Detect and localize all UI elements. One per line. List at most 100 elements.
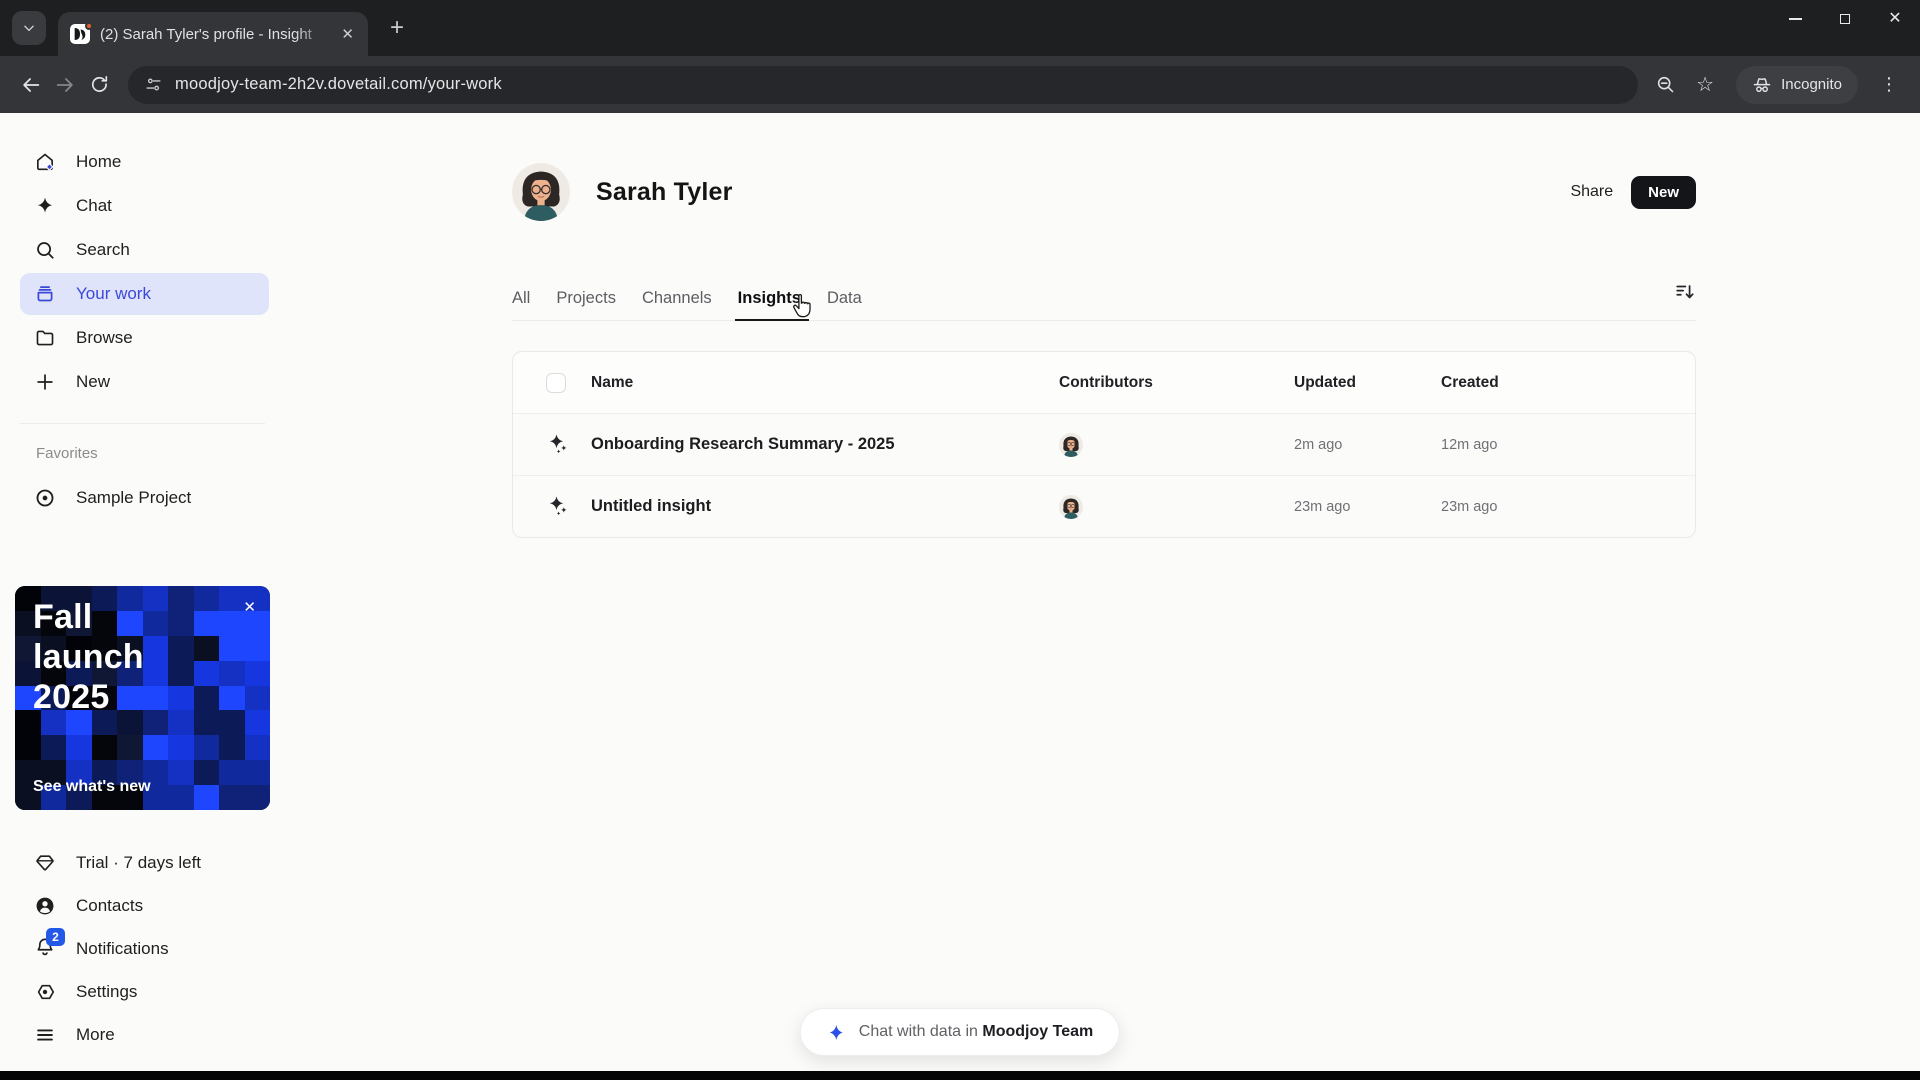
sidebar-footer: Trial · 7 days left Contacts 2 Notificat… [0, 841, 285, 1071]
bookmark-button[interactable]: ☆ [1688, 68, 1722, 102]
column-header-contributors[interactable]: Contributors [1059, 374, 1294, 392]
table-row[interactable]: Untitled insight 23m ago 23m ago [513, 476, 1695, 537]
table-header-row: Name Contributors Updated Created [513, 352, 1695, 414]
sidebar-item-trial[interactable]: Trial · 7 days left [20, 842, 269, 884]
sidebar-item-label: More [76, 1025, 115, 1044]
back-arrow-icon [23, 77, 40, 92]
address-bar[interactable]: moodjoy-team-2h2v.dovetail.com/your-work [128, 65, 1639, 104]
sort-button[interactable] [1674, 281, 1696, 308]
insights-table: Name Contributors Updated Created Onboar… [512, 351, 1696, 538]
incognito-hat-icon [1753, 77, 1771, 92]
screen-bottom-strip [0, 1071, 1920, 1080]
back-button[interactable] [14, 68, 48, 102]
column-header-created[interactable]: Created [1441, 374, 1695, 392]
target-icon [36, 489, 54, 507]
sidebar-item-home[interactable]: Home [20, 141, 269, 183]
sidebar-item-label: New [76, 372, 111, 391]
zoom-button[interactable] [1648, 68, 1682, 102]
dovetail-favicon-icon [70, 22, 93, 44]
sidebar-item-contacts[interactable]: Contacts [20, 885, 269, 927]
column-header-name[interactable]: Name [591, 374, 1059, 392]
sidebar-item-new[interactable]: New [20, 361, 269, 403]
header-actions: Share New [1570, 175, 1696, 209]
banner-cta-link[interactable]: See what's new [33, 778, 151, 796]
sidebar-item-more[interactable]: More [20, 1014, 269, 1056]
contact-icon [36, 897, 54, 915]
browser-window: (2) Sarah Tyler's profile - Insight ✕ + … [0, 0, 1920, 1080]
forward-arrow-icon [56, 77, 73, 92]
tab-search-button[interactable] [12, 11, 46, 45]
sidebar-item-browse[interactable]: Browse [20, 317, 269, 359]
window-restore-button[interactable] [1820, 0, 1870, 38]
fall-launch-banner[interactable]: Fall launch 2025 ✕ See what's new [15, 586, 270, 810]
plus-icon [37, 374, 53, 390]
search-icon [37, 242, 54, 259]
browser-menu-button[interactable]: ⋮ [1872, 74, 1906, 95]
notifications-badge: 2 [46, 927, 65, 946]
toolbar-right-icons: ☆ Incognito ⋮ [1648, 65, 1906, 104]
sidebar-item-label: Settings [76, 982, 138, 1001]
site-info-icon[interactable] [144, 75, 163, 94]
sidebar-item-label: Contacts [76, 896, 144, 915]
tab-data[interactable]: Data [827, 289, 862, 308]
tab-all[interactable]: All [512, 289, 530, 308]
sidebar-item-label: Notifications [76, 939, 169, 958]
chat-with-data-button[interactable]: Chat with data in Moodjoy Team [799, 1008, 1121, 1056]
favorites-label: Favorites [36, 445, 98, 462]
forward-button[interactable] [48, 68, 82, 102]
favorite-item-label: Sample Project [76, 488, 192, 507]
select-all-checkbox[interactable] [546, 372, 566, 393]
tab-channels[interactable]: Channels [642, 289, 712, 308]
sidebar-item-notifications[interactable]: 2 Notifications [20, 927, 269, 970]
page-title: Sarah Tyler [596, 177, 733, 206]
insight-name[interactable]: Onboarding Research Summary - 2025 [591, 435, 1059, 454]
sidebar-item-your-work[interactable]: Your work [20, 273, 269, 315]
minimize-icon [1788, 18, 1802, 20]
profile-header: Sarah Tyler Share New [512, 163, 1696, 221]
column-header-updated[interactable]: Updated [1294, 374, 1441, 392]
created-time: 12m ago [1441, 436, 1498, 453]
created-time: 23m ago [1441, 498, 1498, 515]
sidebar-item-label: Search [76, 240, 130, 259]
team-name: Moodjoy Team [982, 1023, 1094, 1040]
sidebar-divider [20, 423, 265, 424]
chevron-down-icon [24, 25, 34, 32]
contributor-avatar [1059, 494, 1083, 519]
folder-icon [36, 330, 54, 346]
insight-sparkles-icon [546, 494, 591, 520]
new-tab-button[interactable]: + [384, 14, 410, 42]
reload-button[interactable] [82, 68, 116, 102]
table-row[interactable]: Onboarding Research Summary - 2025 2m ag… [513, 414, 1695, 476]
window-close-button[interactable]: ✕ [1870, 0, 1920, 38]
banner-close-icon[interactable]: ✕ [243, 598, 256, 616]
tab-projects[interactable]: Projects [556, 289, 616, 308]
sidebar-item-search[interactable]: Search [20, 229, 269, 271]
sidebar-item-label: Your work [76, 284, 151, 303]
dovetail-app: Home Chat Search Your work Browse New Fa… [0, 113, 1920, 1071]
tab-title: (2) Sarah Tyler's profile - Insight [100, 25, 312, 43]
incognito-label: Incognito [1781, 76, 1842, 93]
contributor-avatar [1059, 432, 1083, 457]
settings-icon [37, 984, 55, 1000]
menu-lines-icon [37, 1029, 53, 1041]
main-content: Sarah Tyler Share New All Projects Chann… [285, 113, 1920, 1071]
sidebar-item-sample-project[interactable]: Sample Project [20, 477, 269, 519]
sidebar-item-label: Browse [76, 328, 133, 347]
url-text[interactable]: moodjoy-team-2h2v.dovetail.com/your-work [175, 75, 502, 94]
sidebar-item-settings[interactable]: Settings [20, 971, 269, 1013]
sidebar-item-chat[interactable]: Chat [20, 185, 269, 227]
tray-icon [37, 286, 53, 302]
bookmark-star-icon: ☆ [1696, 74, 1715, 96]
window-minimize-button[interactable] [1770, 0, 1820, 38]
sidebar-item-label: Chat [76, 196, 112, 215]
browser-tab-active[interactable]: (2) Sarah Tyler's profile - Insight ✕ [58, 12, 368, 56]
browser-tab-strip: (2) Sarah Tyler's profile - Insight ✕ + … [0, 0, 1920, 56]
favicon-notification-dot [85, 22, 93, 30]
share-button[interactable]: Share [1570, 183, 1613, 201]
sparkle-icon [37, 197, 53, 213]
insight-name[interactable]: Untitled insight [591, 497, 1059, 516]
sidebar: Home Chat Search Your work Browse New Fa… [0, 113, 285, 1071]
tab-close-icon[interactable]: ✕ [337, 23, 358, 45]
new-button[interactable]: New [1631, 175, 1696, 209]
cursor-pointer-icon [793, 293, 811, 318]
